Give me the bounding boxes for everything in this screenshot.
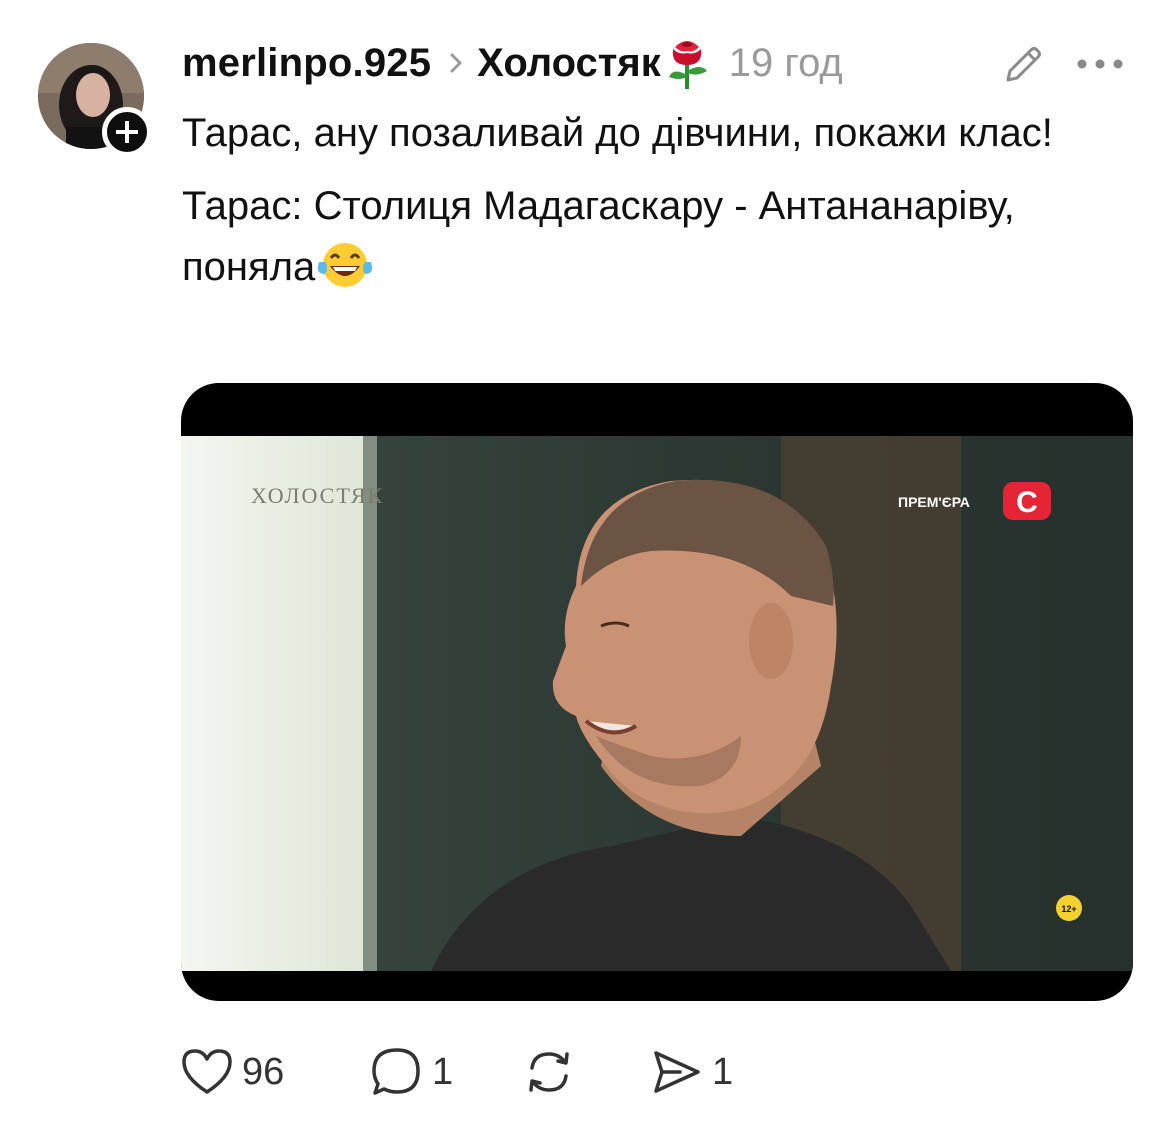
channel-logo-letter: С	[1016, 486, 1038, 519]
chevron-right-icon	[449, 51, 463, 75]
age-rating-text: 12+	[1061, 904, 1076, 914]
post-text-paragraph-2: Тарас: Столиця Мадагаскару - Антананарів…	[182, 176, 1122, 308]
follow-button[interactable]	[102, 107, 152, 157]
post-body: Тарас, ану позаливай до дівчини, покажи …	[182, 103, 1122, 308]
post-text-paragraph-1: Тарас, ану позаливай до дівчини, покажи …	[182, 111, 1053, 155]
tv-screenshot-image: ХОЛОСТЯК ПРЕМ'ЄРА С 12+	[181, 436, 1133, 971]
more-dots-icon	[1077, 59, 1123, 69]
comment-bubble-icon	[372, 1048, 420, 1095]
laughing-tears-emoji-icon	[317, 240, 373, 308]
share-count: 1	[712, 1050, 734, 1093]
pencil-icon	[1006, 47, 1041, 82]
like-button[interactable]: 96	[180, 1047, 370, 1097]
post-media[interactable]: ХОЛОСТЯК ПРЕМ'ЄРА С 12+	[181, 383, 1133, 1001]
more-options-button[interactable]	[1072, 44, 1128, 84]
community-name[interactable]: Холостяк	[477, 41, 661, 86]
show-watermark-text: ХОЛОСТЯК	[251, 483, 384, 508]
plus-icon	[116, 121, 138, 143]
post-text-paragraph-2-text: Тарас: Столиця Мадагаскару - Антананарів…	[182, 184, 1015, 289]
comment-button[interactable]: 1	[370, 1046, 522, 1098]
share-button[interactable]: 1	[650, 1047, 733, 1097]
rose-icon	[665, 35, 711, 91]
video-frame: ХОЛОСТЯК ПРЕМ'ЄРА С 12+	[181, 436, 1133, 971]
repost-button[interactable]	[522, 1046, 650, 1098]
post-actions: 96 1 1	[180, 1040, 733, 1104]
author-username[interactable]: merlinpo.925	[182, 41, 431, 86]
heart-icon	[182, 1049, 232, 1094]
comment-count: 1	[432, 1050, 454, 1093]
send-icon	[654, 1051, 700, 1093]
like-count: 96	[242, 1050, 285, 1093]
premiere-label: ПРЕМ'ЄРА	[898, 494, 970, 510]
edit-button[interactable]	[998, 40, 1048, 90]
repost-icon	[529, 1052, 569, 1092]
post-time: 19 год	[728, 40, 843, 85]
